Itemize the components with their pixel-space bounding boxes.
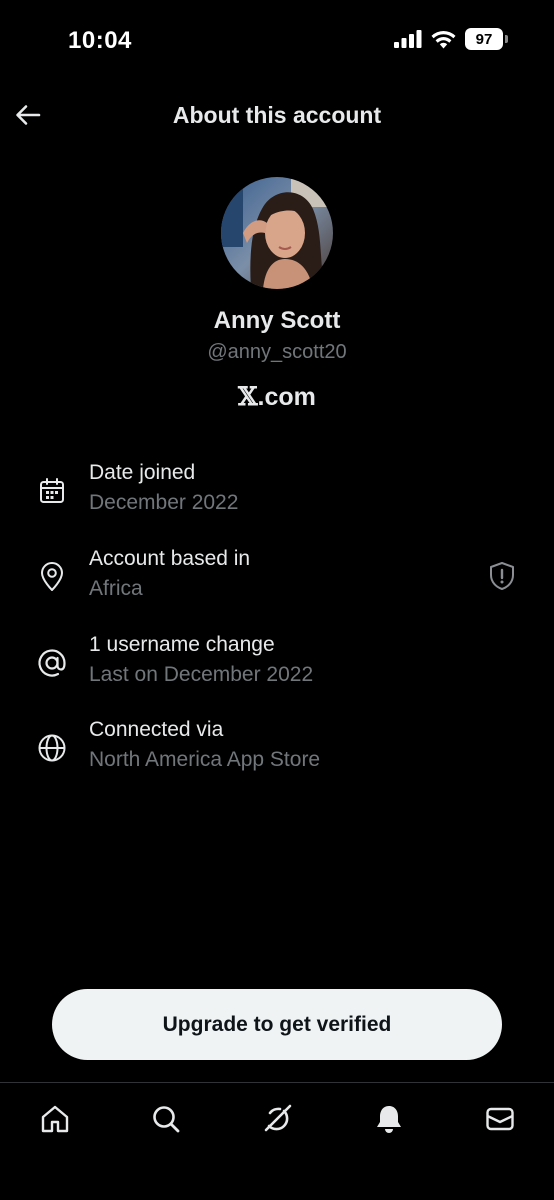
avatar[interactable]: [221, 177, 333, 289]
battery-icon: 97: [465, 28, 508, 50]
info-title: Date joined: [89, 461, 196, 484]
info-title: Connected via: [89, 718, 224, 741]
profile-domain[interactable]: 𝕏.com: [0, 382, 554, 412]
search-icon[interactable]: [146, 1099, 186, 1139]
signal-icon: [394, 30, 422, 48]
x-logo: 𝕏: [238, 382, 258, 411]
calendar-icon: [36, 475, 68, 507]
info-title: Account based in: [89, 547, 251, 570]
status-time: 10:04: [68, 27, 132, 54]
info-date-joined: Date joined December 2022: [0, 461, 554, 531]
bottom-nav: [0, 1083, 554, 1200]
wifi-icon: [431, 30, 456, 48]
profile-domain-suffix: .com: [257, 383, 316, 411]
shield-alert-icon[interactable]: [488, 561, 516, 591]
page-title: About this account: [172, 102, 382, 128]
upgrade-button[interactable]: Upgrade to get verified: [52, 989, 502, 1060]
status-icons: 97: [394, 28, 508, 50]
messages-icon[interactable]: [480, 1099, 520, 1139]
info-connected-via: Connected via North America App Store: [0, 718, 554, 788]
header: About this account: [0, 90, 554, 140]
info-subtitle: December 2022: [89, 491, 239, 514]
info-subtitle: Last on December 2022: [89, 663, 314, 686]
battery-level: 97: [465, 28, 503, 50]
info-subtitle: Africa: [89, 577, 143, 600]
home-icon[interactable]: [35, 1099, 75, 1139]
info-subtitle: North America App Store: [89, 748, 321, 771]
info-account-based-in: Account based in Africa: [0, 547, 554, 617]
battery-tip: [505, 35, 508, 43]
globe-icon: [36, 732, 68, 764]
profile-handle: @anny_scott20: [207, 341, 347, 363]
info-title: 1 username change: [89, 633, 275, 656]
notifications-icon[interactable]: [369, 1099, 409, 1139]
at-sign-icon: [36, 647, 68, 679]
profile-name: Anny Scott: [213, 307, 341, 334]
avatar-image: [221, 177, 333, 289]
info-username-change: 1 username change Last on December 2022: [0, 633, 554, 703]
status-bar: 10:04 97: [0, 0, 554, 80]
grok-icon[interactable]: [257, 1099, 297, 1139]
location-pin-icon: [36, 561, 68, 593]
